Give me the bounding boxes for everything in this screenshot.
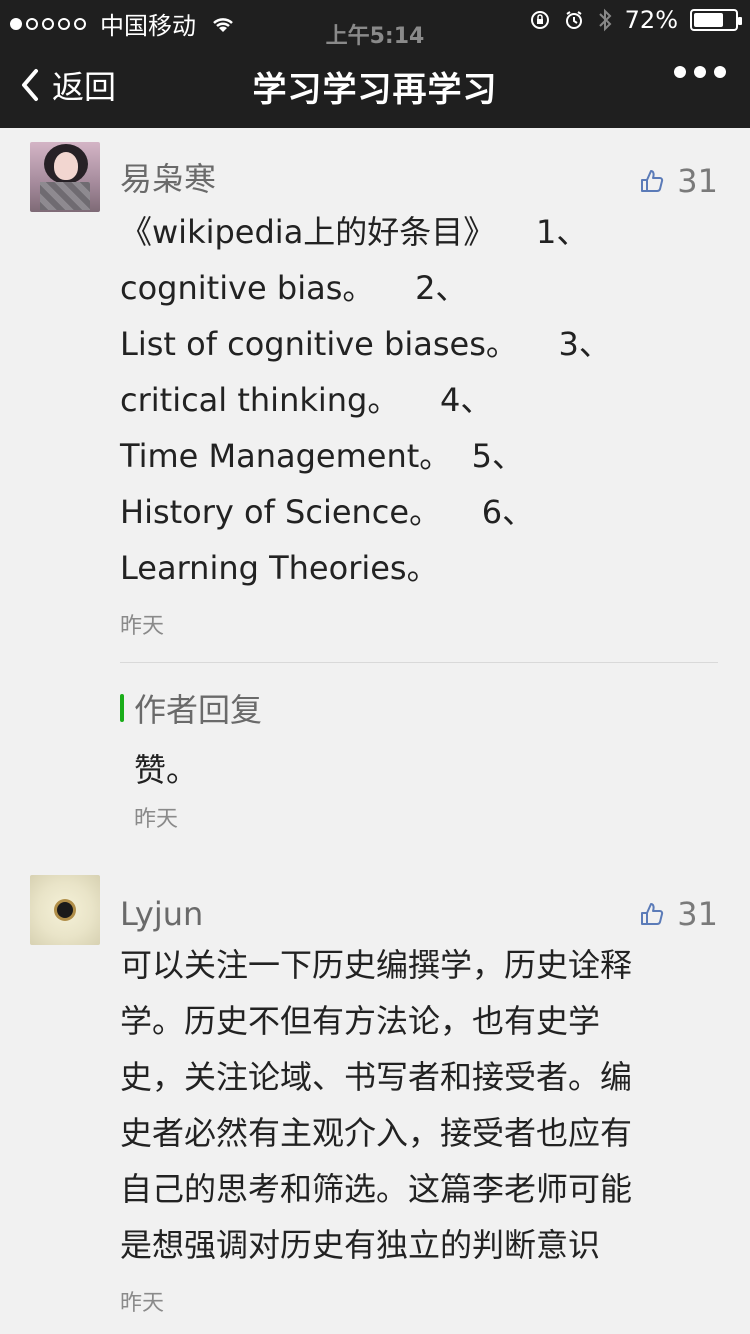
commenter-name: 易枭寒 [120, 160, 217, 198]
comment-line: 自己的思考和筛选。这篇李老师可能 [120, 1170, 633, 1208]
bluetooth-icon [598, 8, 612, 32]
avatar[interactable] [30, 142, 100, 212]
comment-line: cognitive bias。 2、 [120, 269, 468, 307]
reply-time: 昨天 [134, 807, 179, 832]
comment-line: Time Management。 5、 [120, 437, 524, 475]
like-count: 31 [677, 895, 718, 933]
alarm-icon [565, 11, 582, 29]
navigation-bar: 返回 学习学习再学习 [0, 40, 750, 128]
more-dot [714, 66, 726, 78]
status-bar: 中国移动 上午5:14 72% [0, 0, 750, 49]
comment-line: History of Science。 6、 [120, 493, 535, 531]
battery-percent: 72% [624, 6, 678, 34]
commenter-name: Lyjun [120, 895, 204, 933]
avatar[interactable] [30, 875, 100, 945]
battery-icon [690, 9, 742, 31]
like-button[interactable]: 31 [639, 162, 718, 200]
author-reply: 作者回复 赞。 昨天 [120, 685, 718, 833]
comment-line: 是想强调对历史有独立的判断意识 [120, 1226, 601, 1264]
comment-header: 易枭寒 31 [120, 140, 718, 200]
comment-line: critical thinking。 4、 [120, 381, 493, 419]
top-bar: 中国移动 上午5:14 72% 返回 学习学习再学习 [0, 0, 750, 128]
reply-accent-bar [120, 694, 124, 722]
comment-line: List of cognitive biases。 3、 [120, 325, 611, 363]
comment-line: 《wikipedia上的好条目》 1、 [120, 213, 589, 251]
reply-label: 作者回复 [134, 691, 263, 729]
comment-header: Lyjun 31 [120, 873, 718, 933]
like-button[interactable]: 31 [639, 895, 718, 933]
thumbs-up-icon [641, 170, 664, 192]
page-title: 学习学习再学习 [252, 70, 498, 110]
reply-header: 作者回复 [120, 685, 718, 731]
comments-list: 易枭寒 31 《wikipedia上的好条目》 1、 cognitive bia… [0, 128, 750, 1334]
comment-line: Learning Theories。 [120, 549, 439, 587]
thumbs-up-icon [641, 903, 664, 925]
comment-line: 可以关注一下历史编撰学，历史诠释 [120, 946, 633, 984]
rotation-lock-icon [530, 11, 549, 29]
comment-line: 史，关注论域、书写者和接受者。编 [120, 1058, 633, 1096]
comment-text: 可以关注一下历史编撰学，历史诠释 学。历史不但有方法论，也有史学 史，关注论域、… [120, 937, 718, 1273]
more-dot [694, 66, 706, 78]
more-button[interactable] [674, 66, 726, 78]
more-dot [674, 66, 686, 78]
comment-text: 《wikipedia上的好条目》 1、 cognitive bias。 2、 L… [120, 204, 718, 596]
like-count: 31 [677, 162, 718, 200]
comment-time: 昨天 [120, 1291, 165, 1316]
comment-time: 昨天 [120, 614, 165, 639]
comment-line: 史者必然有主观介入，接受者也应有 [120, 1114, 633, 1152]
divider [120, 662, 718, 663]
status-right: 72% [529, 6, 742, 34]
reply-text: 赞。 [134, 751, 199, 789]
comment-item: Lyjun 31 可以关注一下历史编撰学，历史诠释 学。历史不但有方法论，也有史… [0, 833, 750, 1317]
comment-item: 易枭寒 31 《wikipedia上的好条目》 1、 cognitive bia… [0, 128, 750, 833]
comment-line: 学。历史不但有方法论，也有史学 [120, 1002, 601, 1040]
